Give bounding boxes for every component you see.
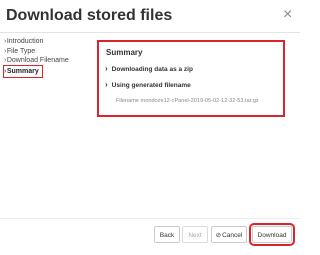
footer-divider: [0, 218, 300, 219]
nav-item-introduction[interactable]: ›Introduction: [4, 37, 94, 47]
download-button[interactable]: Download: [249, 223, 295, 246]
dialog-title: Download stored files: [6, 7, 173, 24]
generated-filename: Filename mondoze12-cPanel-2019-05-02-12-…: [116, 98, 259, 104]
nav-item-file-type[interactable]: ›File Type: [4, 47, 94, 57]
nav-item-label: File Type: [6, 47, 36, 55]
close-icon[interactable]: ×: [283, 7, 292, 23]
summary-title: Summary: [106, 48, 143, 57]
nav-item-label: Summary: [6, 67, 39, 75]
nav-item-download-filename[interactable]: ›Download Filename: [4, 56, 94, 66]
nav-item-label: Download Filename: [6, 57, 69, 64]
chevron-right-icon: ›: [105, 64, 108, 73]
back-button[interactable]: Back: [154, 226, 180, 243]
summary-step: › Downloading data as a zip: [105, 64, 193, 73]
summary-panel: Summary › Downloading data as a zip › Usin…: [97, 40, 285, 117]
nav-item-summary[interactable]: ›Summary: [3, 64, 43, 78]
summary-step: › Using generated filename: [105, 80, 191, 89]
wizard-steps-nav: ›Introduction ›File Type ›Download Filen…: [3, 37, 94, 78]
cancel-label: Cancel: [222, 232, 243, 239]
next-button[interactable]: Next: [182, 226, 208, 243]
cancel-button[interactable]: ⊘Cancel: [211, 226, 247, 243]
cancel-icon: ⊘: [215, 232, 222, 239]
step-label: Using generated filename: [111, 82, 191, 89]
nav-item-label: Introduction: [6, 38, 44, 45]
chevron-right-icon: ›: [105, 80, 108, 89]
step-label: Downloading data as a zip: [111, 66, 193, 73]
dialog-header: Download stored files ×: [0, 0, 300, 33]
